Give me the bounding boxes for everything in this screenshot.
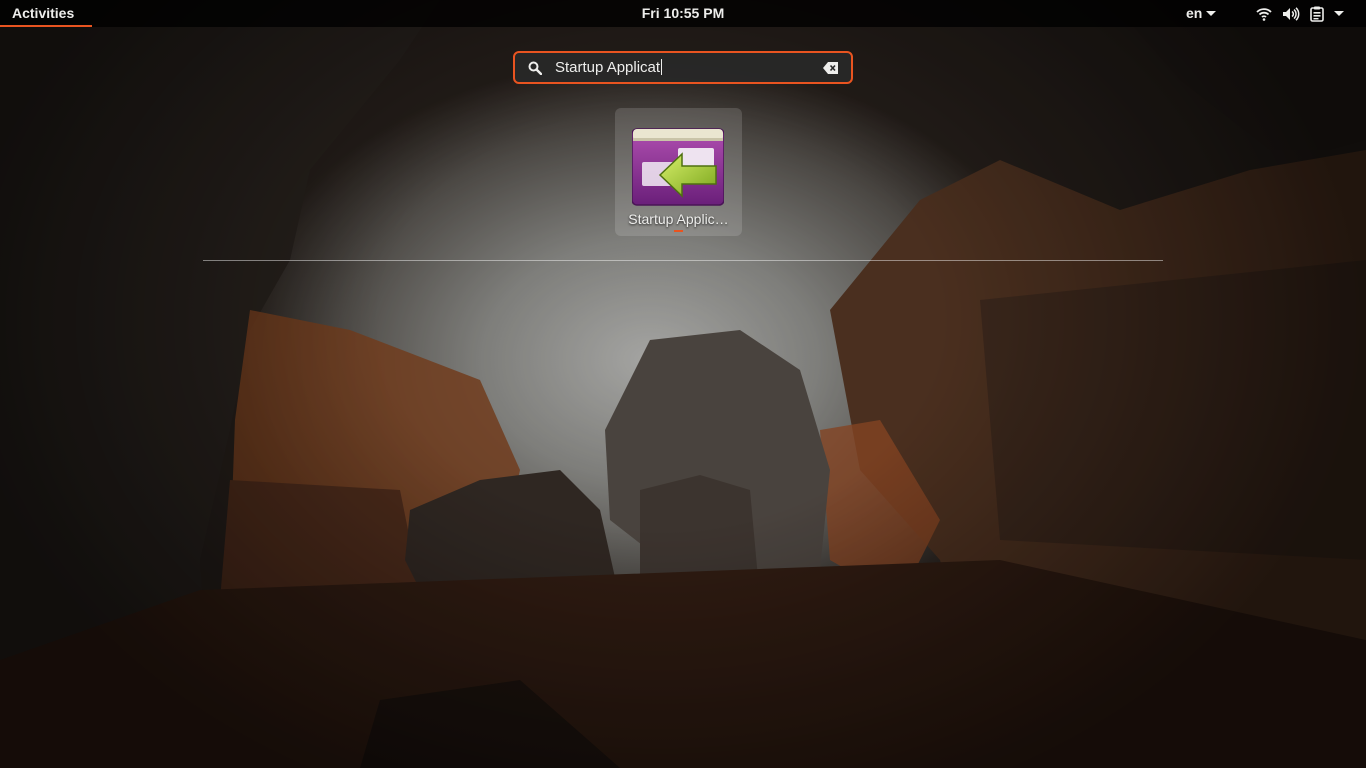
clear-text-button[interactable] [811,53,851,82]
clock: Fri 10:55 PM [0,0,1366,27]
desktop-overview: Activities Fri 10:55 PM en Startup Appli… [0,0,1366,768]
results-separator [203,260,1163,261]
chevron-down-icon [1206,11,1217,16]
top-bar: Activities Fri 10:55 PM en [0,0,1366,27]
system-menu-caret-icon [1334,11,1344,16]
search-entry[interactable]: Startup Applicat [513,51,853,84]
clear-text-icon [823,61,838,74]
text-cursor [661,59,663,75]
system-menu[interactable] [1256,0,1344,27]
running-indicator [674,230,683,232]
search-input[interactable]: Startup Applicat [555,59,811,76]
language-label: en [1186,5,1203,21]
search-result-startup-applications[interactable]: Startup Applic… [615,108,742,236]
search-result-label: Startup Applic… [628,211,729,227]
clock-label[interactable]: Fri 10:55 PM [642,5,724,21]
volume-icon [1283,6,1300,21]
startup-applications-icon [632,128,724,206]
battery-icon [1310,6,1324,22]
language-menu[interactable]: en [1186,0,1217,27]
search-icon [515,53,555,82]
search-input-value: Startup Applicat [555,59,661,76]
wifi-icon [1256,7,1272,21]
